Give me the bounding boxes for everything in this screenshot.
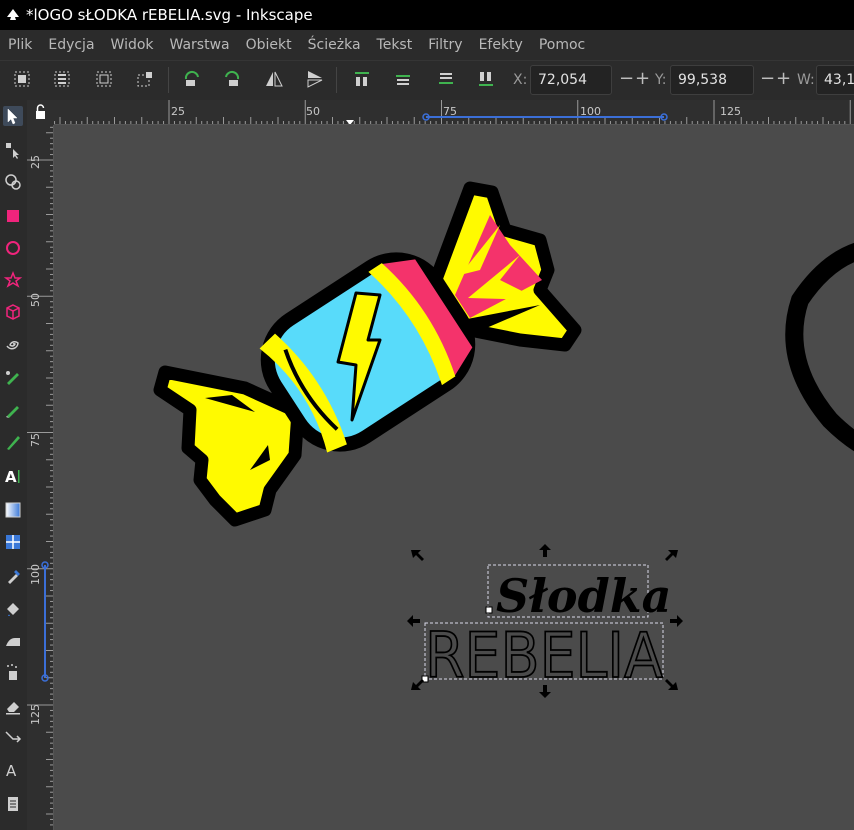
vruler-label-25: 25 <box>29 155 42 169</box>
bezier-tool-icon[interactable] <box>3 368 23 388</box>
selector-tool-icon[interactable] <box>3 106 23 126</box>
text-tool-icon[interactable]: A <box>3 466 23 486</box>
tweak-paint-tool-icon[interactable] <box>3 630 23 650</box>
x-increment-button[interactable]: + <box>635 69 650 89</box>
flip-vertical-icon[interactable] <box>305 69 325 89</box>
3d-box-tool-icon[interactable] <box>3 302 23 322</box>
rotate-ccw-icon[interactable] <box>182 69 202 89</box>
tweak-tool-icon[interactable] <box>3 172 23 192</box>
hruler-label-125: 125 <box>720 105 741 118</box>
menu-efekty[interactable]: Efekty <box>471 37 531 53</box>
w-input[interactable]: 43,16 <box>816 65 854 95</box>
logo-caps-text[interactable]: REBELIA <box>424 618 664 693</box>
menu-sciezka[interactable]: Ścieżka <box>300 37 369 53</box>
vruler-label-125: 125 <box>29 704 42 725</box>
vruler-label-50: 50 <box>29 293 42 307</box>
vertical-ruler[interactable]: 25 50 75 100 125 <box>27 125 54 830</box>
raise-icon[interactable] <box>393 69 413 89</box>
x-decrement-button[interactable]: − <box>619 69 634 89</box>
ellipse-tool-icon[interactable] <box>3 238 23 258</box>
hruler-label-100: 100 <box>580 105 601 118</box>
measure-tool-icon[interactable]: A <box>3 760 23 780</box>
ruler-corner <box>27 100 54 125</box>
lock-guides-icon[interactable] <box>27 100 54 125</box>
paint-bucket-tool-icon[interactable] <box>3 598 23 618</box>
flip-horizontal-icon[interactable] <box>264 69 284 89</box>
tool-controls-bar: X: 72,054 − + Y: 99,538 − + W: 43,16 <box>0 60 854 100</box>
svg-text:A: A <box>5 468 17 486</box>
vruler-label-75: 75 <box>29 433 42 447</box>
logo-script-text[interactable]: Słodka <box>496 569 671 623</box>
deselect-icon[interactable] <box>94 69 114 89</box>
spray-tool-icon[interactable] <box>3 662 23 682</box>
candy-illustration[interactable] <box>153 181 582 527</box>
lower-to-bottom-icon[interactable] <box>476 69 496 89</box>
menu-filtry[interactable]: Filtry <box>420 37 470 53</box>
menu-pomoc[interactable]: Pomoc <box>531 37 593 53</box>
calligraphy-tool-icon[interactable] <box>3 432 23 452</box>
partial-outline-shape <box>785 242 854 452</box>
inkscape-logo-icon <box>7 9 19 20</box>
gradient-tool-icon[interactable] <box>3 500 23 520</box>
hruler-label-50: 50 <box>306 105 320 118</box>
y-label: Y: <box>655 72 667 88</box>
x-label: X: <box>513 72 528 88</box>
y-increment-button[interactable]: + <box>776 69 791 89</box>
w-label: W: <box>797 72 815 88</box>
menu-widok[interactable]: Widok <box>103 37 162 53</box>
connector-tool-icon[interactable] <box>3 728 23 748</box>
touch-select-icon[interactable] <box>135 69 155 89</box>
dropper-tool-icon[interactable] <box>3 566 23 586</box>
eraser-tool-icon[interactable] <box>3 696 23 716</box>
y-decrement-button[interactable]: − <box>760 69 775 89</box>
horizontal-ruler[interactable]: 25 50 75 100 125 <box>54 100 854 125</box>
lower-icon[interactable] <box>436 69 456 89</box>
document-properties-icon[interactable] <box>3 794 23 814</box>
star-tool-icon[interactable] <box>3 270 23 290</box>
mesh-tool-icon[interactable] <box>3 532 23 552</box>
vruler-label-100: 100 <box>29 564 42 585</box>
menu-plik[interactable]: Plik <box>0 37 40 53</box>
drawing-canvas[interactable]: Słodka REBELIA <box>54 125 854 830</box>
spiral-tool-icon[interactable] <box>3 334 23 354</box>
rotate-cw-icon[interactable] <box>222 69 242 89</box>
select-all-icon[interactable] <box>12 69 32 89</box>
x-input[interactable]: 72,054 <box>530 65 612 95</box>
hruler-label-25: 25 <box>171 105 185 118</box>
menu-obiekt[interactable]: Obiekt <box>238 37 300 53</box>
menu-tekst[interactable]: Tekst <box>369 37 421 53</box>
menu-edycja[interactable]: Edycja <box>40 37 102 53</box>
node-tool-icon[interactable] <box>3 140 23 160</box>
select-all-layers-icon[interactable] <box>52 69 72 89</box>
raise-to-top-icon[interactable] <box>352 69 372 89</box>
title-bar: *lOGO sŁODKA rEBELIA.svg - Inkscape <box>0 0 854 30</box>
toolbox: A A <box>0 100 27 830</box>
hruler-label-75: 75 <box>443 105 457 118</box>
y-input[interactable]: 99,538 <box>670 65 754 95</box>
pencil-tool-icon[interactable] <box>3 400 23 420</box>
svg-text:A: A <box>6 762 17 780</box>
rectangle-tool-icon[interactable] <box>3 206 23 226</box>
menu-bar: Plik Edycja Widok Warstwa Obiekt Ścieżka… <box>0 30 854 60</box>
window-title: *lOGO sŁODKA rEBELIA.svg - Inkscape <box>26 6 313 24</box>
menu-warstwa[interactable]: Warstwa <box>162 37 238 53</box>
